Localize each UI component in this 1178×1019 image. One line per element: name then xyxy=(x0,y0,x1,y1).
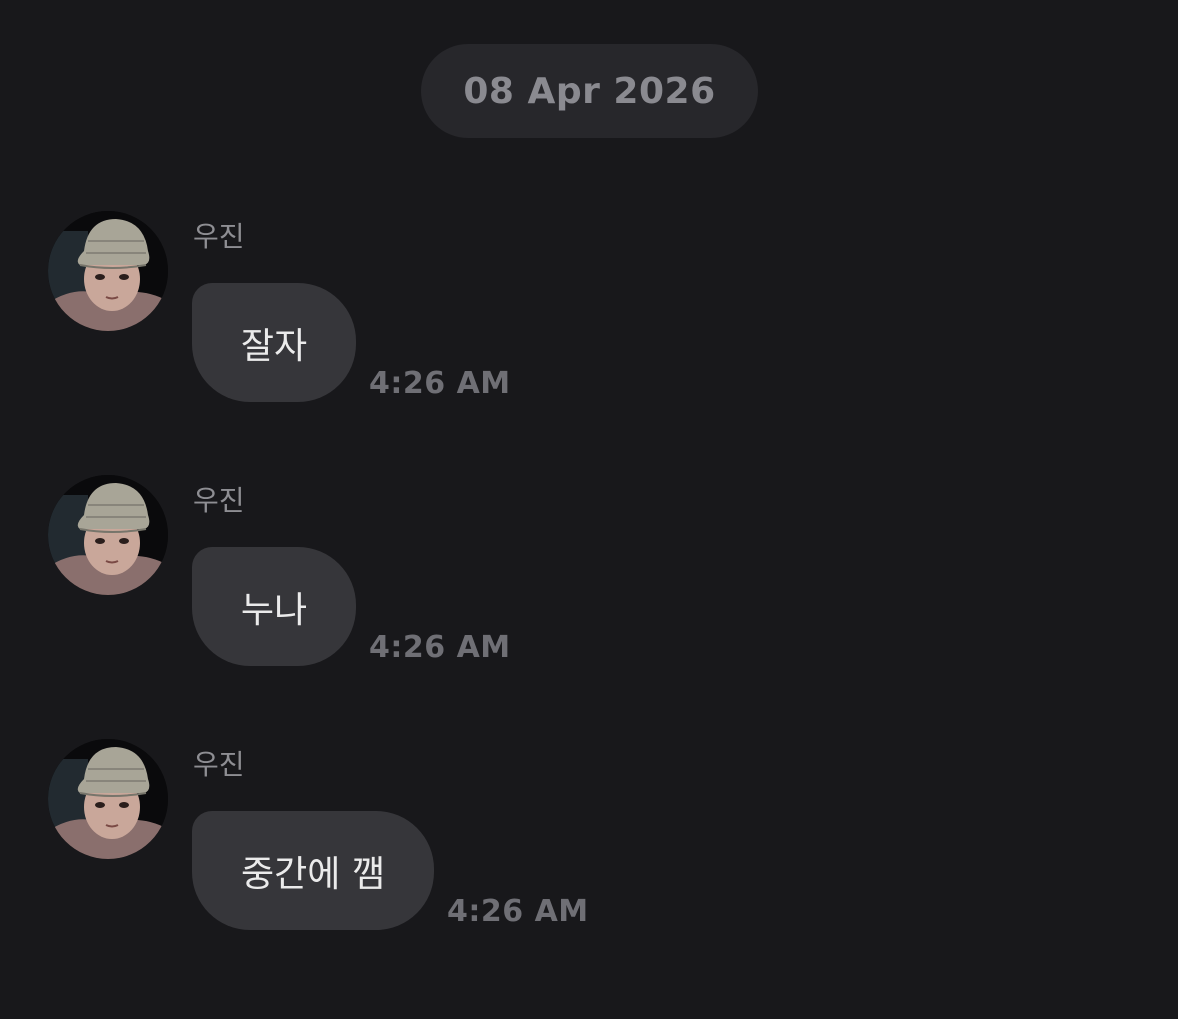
avatar-photo-icon xyxy=(48,475,168,595)
sender-name: 우진 xyxy=(193,748,245,781)
message-bubble[interactable]: 누나 xyxy=(192,547,356,666)
date-separator: 08 Apr 2026 xyxy=(421,44,758,138)
message-timestamp: 4:26 AM xyxy=(369,630,511,665)
avatar[interactable] xyxy=(48,211,168,331)
sender-name: 우진 xyxy=(193,220,245,253)
message-row: 우진 중간에 깸 4:26 AM xyxy=(0,739,1178,939)
message-row: 우진 잘자 4:26 AM xyxy=(0,211,1178,411)
message-bubble[interactable]: 잘자 xyxy=(192,283,356,402)
avatar-photo-icon xyxy=(48,211,168,331)
message-timestamp: 4:26 AM xyxy=(447,894,589,929)
message-bubble[interactable]: 중간에 깸 xyxy=(192,811,434,930)
avatar[interactable] xyxy=(48,739,168,859)
avatar-photo-icon xyxy=(48,739,168,859)
sender-name: 우진 xyxy=(193,484,245,517)
avatar[interactable] xyxy=(48,475,168,595)
message-timestamp: 4:26 AM xyxy=(369,366,511,401)
message-row: 우진 누나 4:26 AM xyxy=(0,475,1178,675)
